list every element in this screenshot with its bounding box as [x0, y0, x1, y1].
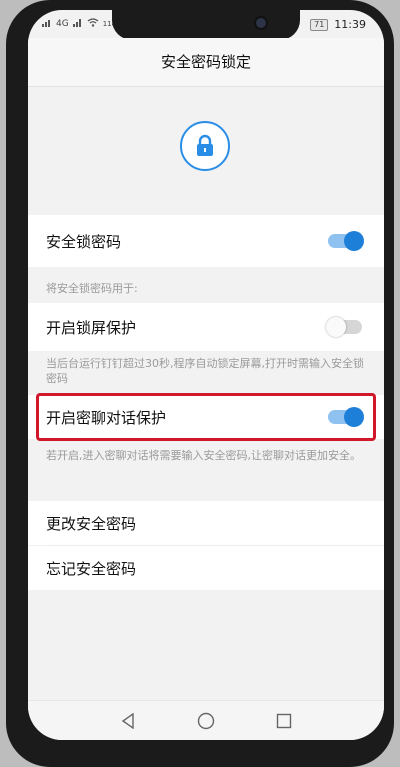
battery-indicator: 71 [310, 18, 329, 31]
camera-notch [112, 10, 300, 40]
security-password-row[interactable]: 安全锁密码 [28, 215, 384, 267]
signal-label: 4G [56, 19, 69, 29]
front-camera [254, 16, 268, 30]
forgot-password-label: 忘记安全密码 [46, 560, 137, 578]
signal-icon [72, 18, 83, 30]
change-password-label: 更改安全密码 [46, 515, 137, 533]
toggle-knob [344, 231, 364, 251]
status-right: 71 11:39 [310, 18, 366, 31]
change-password-row[interactable]: 更改安全密码 [28, 501, 384, 545]
sim-icon [42, 18, 52, 30]
back-icon[interactable] [116, 709, 140, 733]
wifi-icon [87, 18, 99, 30]
screen: 4G 118 B/s 71 11:39 安全密码锁定 [28, 10, 384, 740]
recents-icon[interactable] [272, 709, 296, 733]
lock-screen-protection-row[interactable]: 开启锁屏保护 [28, 303, 384, 351]
highlight-box [36, 393, 376, 441]
lock-screen-protection-description: 当后台运行钉钉超过30秒,程序自动锁定屏幕,打开时需输入安全锁密码 [46, 357, 364, 385]
page-header: 安全密码锁定 [28, 38, 384, 87]
clock: 11:39 [334, 18, 366, 31]
lock-screen-protection-toggle[interactable] [326, 317, 362, 337]
section-hint: 将安全锁密码用于: [46, 282, 138, 295]
chat-protection-description: 若开启,进入密聊对话将需要输入安全密码,让密聊对话更加安全。 [46, 449, 361, 462]
forgot-password-row[interactable]: 忘记安全密码 [28, 546, 384, 590]
lock-banner [28, 87, 384, 215]
security-password-label: 安全锁密码 [46, 233, 122, 251]
navigation-bar [28, 700, 384, 740]
phone-mockup: 4G 118 B/s 71 11:39 安全密码锁定 [0, 0, 400, 767]
home-icon[interactable] [194, 709, 218, 733]
lock-icon [180, 121, 230, 171]
security-password-toggle[interactable] [328, 231, 364, 251]
phone-frame: 4G 118 B/s 71 11:39 安全密码锁定 [6, 0, 394, 767]
page-title: 安全密码锁定 [160, 53, 251, 71]
lock-screen-protection-label: 开启锁屏保护 [46, 319, 137, 337]
toggle-knob [326, 317, 346, 337]
